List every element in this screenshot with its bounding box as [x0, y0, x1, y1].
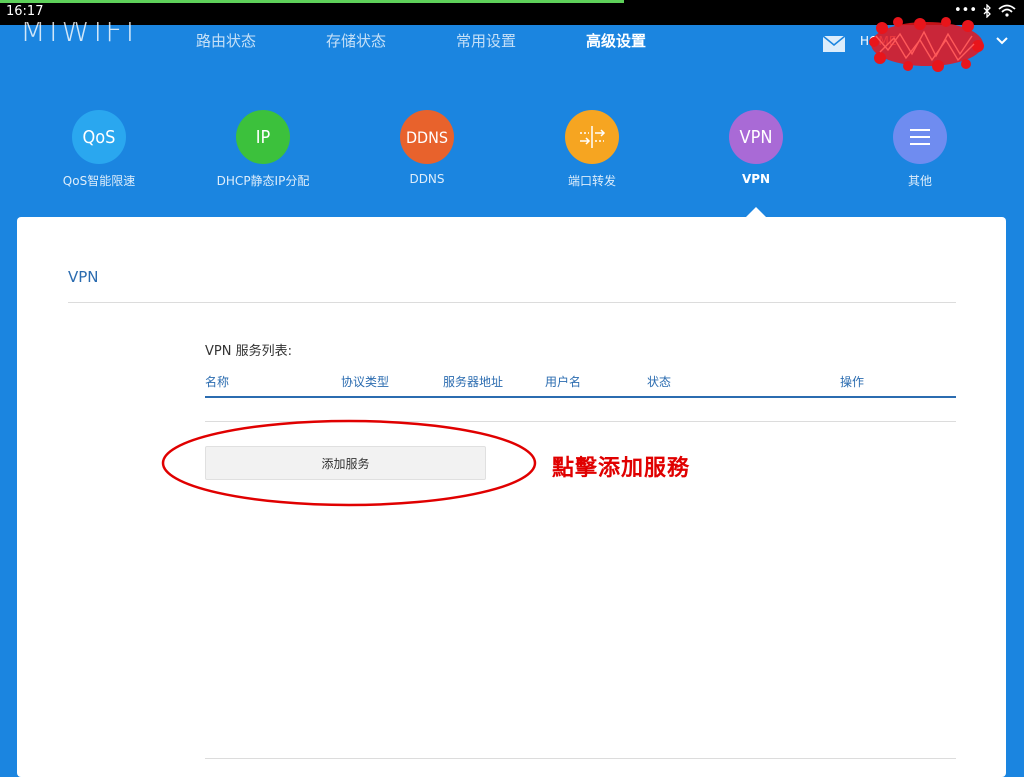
- nav-common-settings[interactable]: 常用设置: [456, 30, 516, 51]
- column-header-name: 名称: [205, 375, 230, 389]
- feature-other[interactable]: 其他: [850, 110, 990, 189]
- column-header-protocol: 协议类型: [341, 375, 390, 389]
- wifi-icon: [998, 4, 1016, 17]
- menu-icon: [893, 110, 947, 164]
- annotation-text: 點擊添加服務: [552, 456, 691, 481]
- section-title: VPN: [68, 268, 99, 286]
- feature-label: 端口转发: [567, 174, 616, 188]
- page-load-progress: [0, 0, 624, 3]
- bottom-divider: [205, 758, 956, 759]
- table-header-divider: [205, 396, 956, 398]
- redaction-scribble: [869, 17, 984, 72]
- active-tab-pointer: [746, 207, 766, 217]
- feature-label: DDNS: [409, 172, 445, 186]
- feature-label: 其他: [907, 174, 932, 188]
- annotation-ellipse: [161, 419, 537, 507]
- feature-dhcp-static-ip[interactable]: IP DHCP静态IP分配: [193, 110, 333, 189]
- feature-label: VPN: [741, 172, 771, 186]
- feature-qos[interactable]: QoS QoS智能限速: [29, 110, 169, 189]
- vpn-list-label: VPN 服务列表:: [205, 344, 292, 359]
- feature-vpn[interactable]: VPN VPN: [686, 110, 826, 186]
- nav-storage-status[interactable]: 存储状态: [326, 30, 386, 51]
- vpn-icon: VPN: [729, 110, 783, 164]
- column-header-actions: 操作: [840, 375, 865, 389]
- feature-port-forwarding[interactable]: 端口转发: [522, 110, 662, 189]
- port-forward-icon: [565, 110, 619, 164]
- nav-router-status[interactable]: 路由状态: [196, 30, 256, 51]
- column-header-username: 用户名: [545, 375, 582, 389]
- ip-icon: IP: [236, 110, 290, 164]
- feature-ddns[interactable]: DDNS DDNS: [357, 110, 497, 186]
- miwifi-logo: MIWIFI: [20, 22, 138, 49]
- column-header-status: 状态: [647, 375, 672, 389]
- status-time: 16:17: [6, 4, 44, 19]
- section-divider: [68, 302, 956, 303]
- ddns-icon: DDNS: [400, 110, 454, 164]
- chevron-down-icon[interactable]: [996, 36, 1008, 46]
- nav-advanced-settings[interactable]: 高级设置: [586, 30, 646, 51]
- mail-icon[interactable]: [823, 36, 845, 52]
- qos-icon: QoS: [72, 110, 126, 164]
- feature-label: DHCP静态IP分配: [216, 174, 310, 188]
- column-header-server: 服务器地址: [443, 375, 504, 389]
- feature-label: QoS智能限速: [62, 174, 136, 188]
